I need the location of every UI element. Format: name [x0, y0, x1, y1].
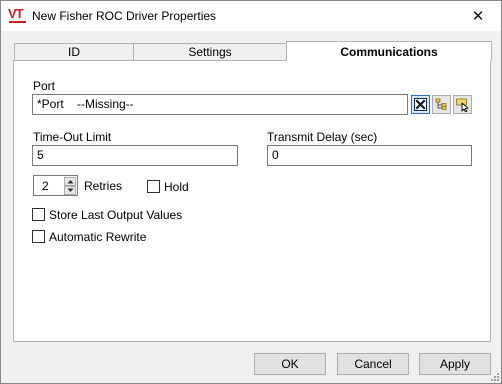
timeout-label: Time-Out Limit	[33, 130, 112, 144]
ok-button[interactable]: OK	[254, 353, 326, 375]
chevron-down-icon	[67, 188, 74, 192]
retries-up-button[interactable]	[64, 177, 76, 186]
resize-grip-icon[interactable]	[489, 371, 499, 381]
timeout-input[interactable]: 5	[32, 145, 238, 166]
retries-label: Retries	[84, 179, 123, 193]
cancel-button[interactable]: Cancel	[337, 353, 409, 375]
automatic-rewrite-label: Automatic Rewrite	[49, 230, 147, 244]
transmit-delay-input[interactable]: 0	[267, 145, 472, 166]
tab-settings[interactable]: Settings	[133, 43, 287, 61]
retries-spinner[interactable]: 2	[33, 175, 78, 196]
hold-label: Hold	[164, 180, 189, 194]
window-title: New Fisher ROC Driver Properties	[32, 9, 217, 23]
store-last-output-checkbox[interactable]	[32, 208, 45, 221]
hold-checkbox[interactable]	[147, 180, 160, 193]
close-icon: ✕	[471, 8, 485, 25]
retries-down-button[interactable]	[64, 186, 76, 195]
port-label: Port	[33, 79, 56, 93]
close-button[interactable]: ✕	[455, 1, 501, 31]
app-logo-text: VT	[8, 6, 24, 21]
automatic-rewrite-checkbox[interactable]	[32, 230, 45, 243]
port-browse-button[interactable]	[432, 95, 451, 114]
properties-dialog: VT New Fisher ROC Driver Properties ✕ ID…	[0, 0, 502, 384]
store-last-output-label: Store Last Output Values	[49, 208, 183, 222]
tab-communications[interactable]: Communications	[286, 41, 492, 61]
clear-x-icon	[414, 98, 427, 111]
chevron-up-icon	[67, 180, 74, 184]
title-bar: VT New Fisher ROC Driver Properties ✕	[1, 1, 501, 31]
app-logo-underline	[9, 21, 26, 23]
transmit-delay-label: Transmit Delay (sec)	[267, 130, 378, 144]
tab-id[interactable]: ID	[14, 43, 134, 61]
tag-browser-icon	[435, 98, 447, 110]
port-edit-button[interactable]	[453, 95, 472, 114]
port-input[interactable]: *Port --Missing--	[32, 94, 408, 115]
app-logo-icon: VT	[8, 6, 28, 25]
port-clear-button[interactable]	[411, 95, 430, 114]
tag-edit-icon	[456, 98, 469, 112]
apply-button[interactable]: Apply	[419, 353, 491, 375]
retries-value: 2	[42, 179, 49, 193]
